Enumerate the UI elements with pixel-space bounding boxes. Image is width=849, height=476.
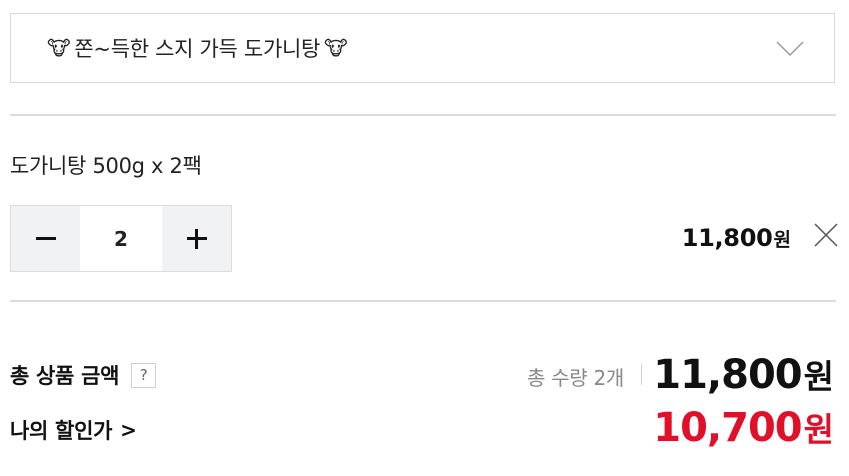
increase-button[interactable] <box>162 206 231 271</box>
decrease-button[interactable] <box>11 206 80 271</box>
chevron-down-icon <box>776 41 804 57</box>
option-select-value: 🐮 쫀~득한 스지 가득 도가니탕 🐮 <box>47 33 348 63</box>
quantity-value[interactable]: 2 <box>80 206 162 271</box>
item-price-currency: 원 <box>773 229 791 251</box>
divider <box>10 300 836 302</box>
total-price: 11,800 원 <box>653 350 834 398</box>
discount-price-value: 10,700 <box>653 405 802 451</box>
my-discount-label: 나의 할인가 <box>10 419 113 443</box>
total-label-text: 총 상품 금액 <box>10 364 120 388</box>
discount-price-currency: 원 <box>803 410 834 449</box>
divider <box>10 114 836 116</box>
total-price-value: 11,800 <box>653 352 802 398</box>
total-label: 총 상품 금액 ? <box>10 360 157 390</box>
minus-icon <box>35 237 56 240</box>
item-price-value: 11,800 <box>681 224 773 252</box>
total-quantity: 총 수량 2개 <box>527 366 624 390</box>
item-price: 11,800 원 <box>682 224 791 252</box>
chevron-right-icon: > <box>120 418 137 442</box>
cow-icon: 🐮 <box>324 36 348 60</box>
separator <box>641 364 642 385</box>
discount-price: 10,700 원 <box>653 403 834 451</box>
item-name: 도가니탕 500g x 2팩 <box>10 154 202 178</box>
quantity-stepper: 2 <box>10 205 232 272</box>
plus-icon <box>186 228 207 249</box>
help-button[interactable]: ? <box>131 362 157 388</box>
close-icon[interactable] <box>813 222 839 248</box>
my-discount-link[interactable]: 나의 할인가 > <box>10 415 137 445</box>
cow-icon: 🐮 <box>47 36 71 60</box>
option-select-label: 쫀~득한 스지 가득 도가니탕 <box>74 37 321 61</box>
option-select[interactable]: 🐮 쫀~득한 스지 가득 도가니탕 🐮 <box>10 13 835 83</box>
total-price-currency: 원 <box>803 357 834 396</box>
